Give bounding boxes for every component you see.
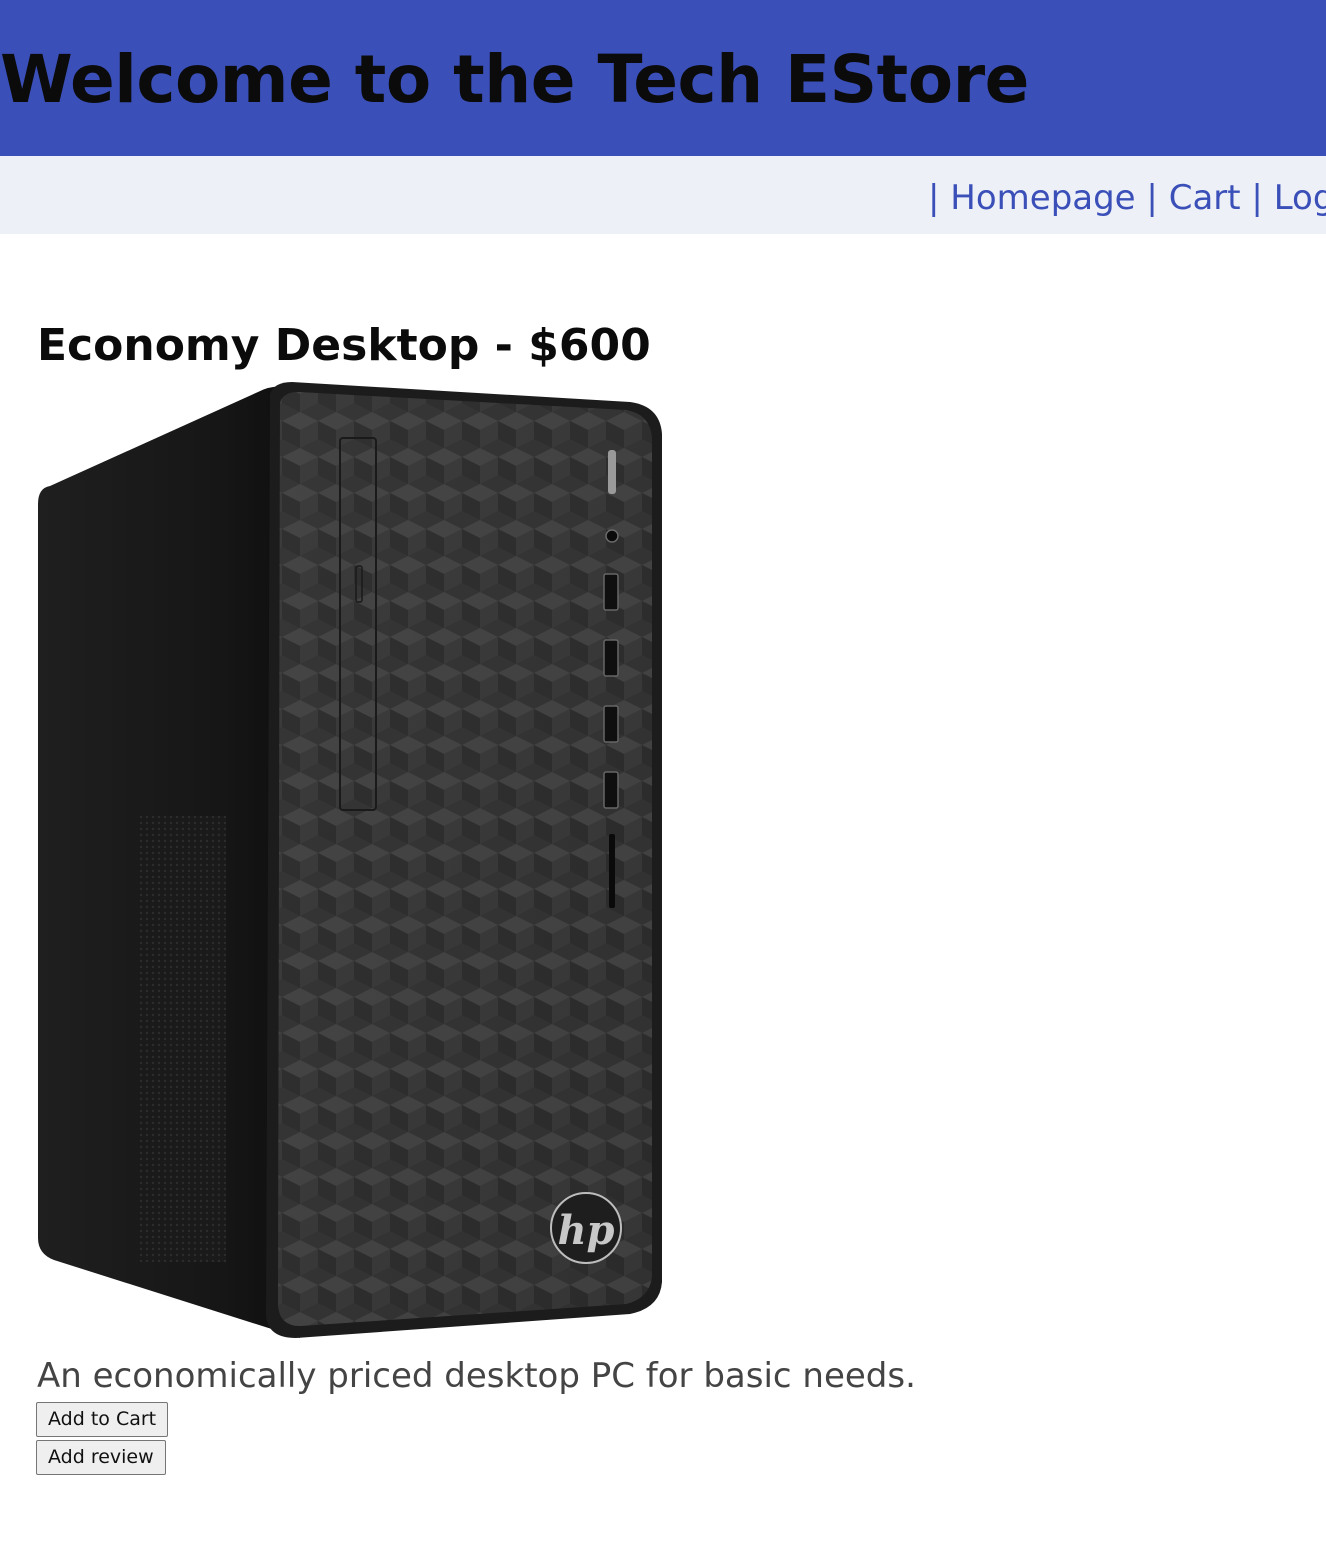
nav-link-login[interactable]: Login xyxy=(1274,178,1326,218)
add-review-button[interactable]: Add review xyxy=(36,1440,166,1475)
nav-link-homepage[interactable]: Homepage xyxy=(950,178,1135,218)
svg-text:hp: hp xyxy=(557,1207,614,1254)
add-to-cart-button[interactable]: Add to Cart xyxy=(36,1402,169,1437)
nav-link-cart[interactable]: Cart xyxy=(1169,178,1241,218)
site-title: Welcome to the Tech EStore xyxy=(0,41,1029,118)
nav-separator: | xyxy=(1146,178,1158,218)
site-header: Welcome to the Tech EStore xyxy=(0,0,1326,156)
product-description: An economically priced desktop PC for ba… xyxy=(37,1356,916,1396)
nav-separator: | xyxy=(1251,178,1263,218)
nav-links: | Homepage | Cart | Login xyxy=(928,176,1326,220)
nav-separator: | xyxy=(928,178,940,218)
desktop-tower-image: hp xyxy=(38,382,662,1338)
product-title: Economy Desktop - $600 xyxy=(37,320,651,371)
